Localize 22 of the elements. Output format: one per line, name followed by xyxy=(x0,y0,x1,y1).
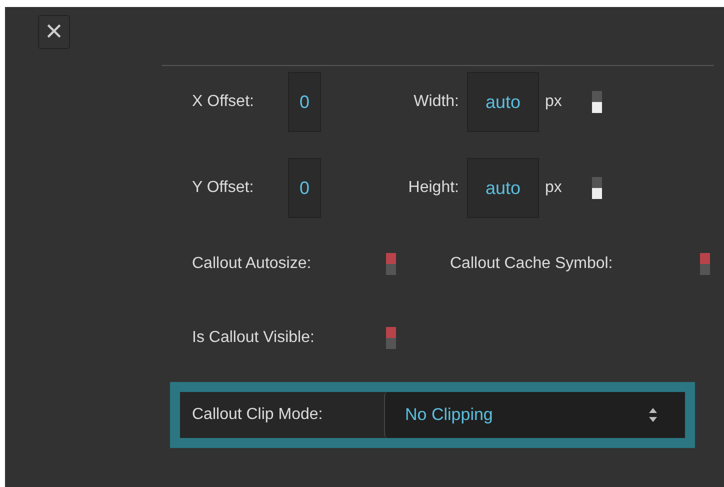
offset-label: X Offset: xyxy=(192,92,255,112)
size-field[interactable]: auto xyxy=(467,72,539,132)
unit-label: px xyxy=(545,178,563,198)
clip-mode-label: Callout Clip Mode: xyxy=(192,405,324,425)
offset-label: Y Offset: xyxy=(192,178,255,198)
size-field[interactable]: auto xyxy=(467,158,539,218)
toggle-label: Is Callout Visible: xyxy=(192,328,316,348)
toggle-switch[interactable] xyxy=(700,253,710,275)
toggle-switch[interactable] xyxy=(386,253,396,275)
size-label: Height: xyxy=(407,178,460,198)
toggle-label: Callout Autosize: xyxy=(192,254,312,274)
clip-mode-select[interactable]: No Clipping xyxy=(384,392,685,438)
sort-arrows-icon xyxy=(649,408,657,422)
toggle-label: Callout Cache Symbol: xyxy=(450,254,614,274)
offset-field[interactable]: 0 xyxy=(288,158,321,218)
toggle-switch[interactable] xyxy=(592,177,602,199)
size-label: Width: xyxy=(412,92,460,112)
toggle-switch[interactable] xyxy=(386,327,396,349)
offset-field[interactable]: 0 xyxy=(288,72,321,132)
close-button[interactable]: × xyxy=(38,15,70,49)
unit-label: px xyxy=(545,92,563,112)
toggle-switch[interactable] xyxy=(592,91,602,113)
